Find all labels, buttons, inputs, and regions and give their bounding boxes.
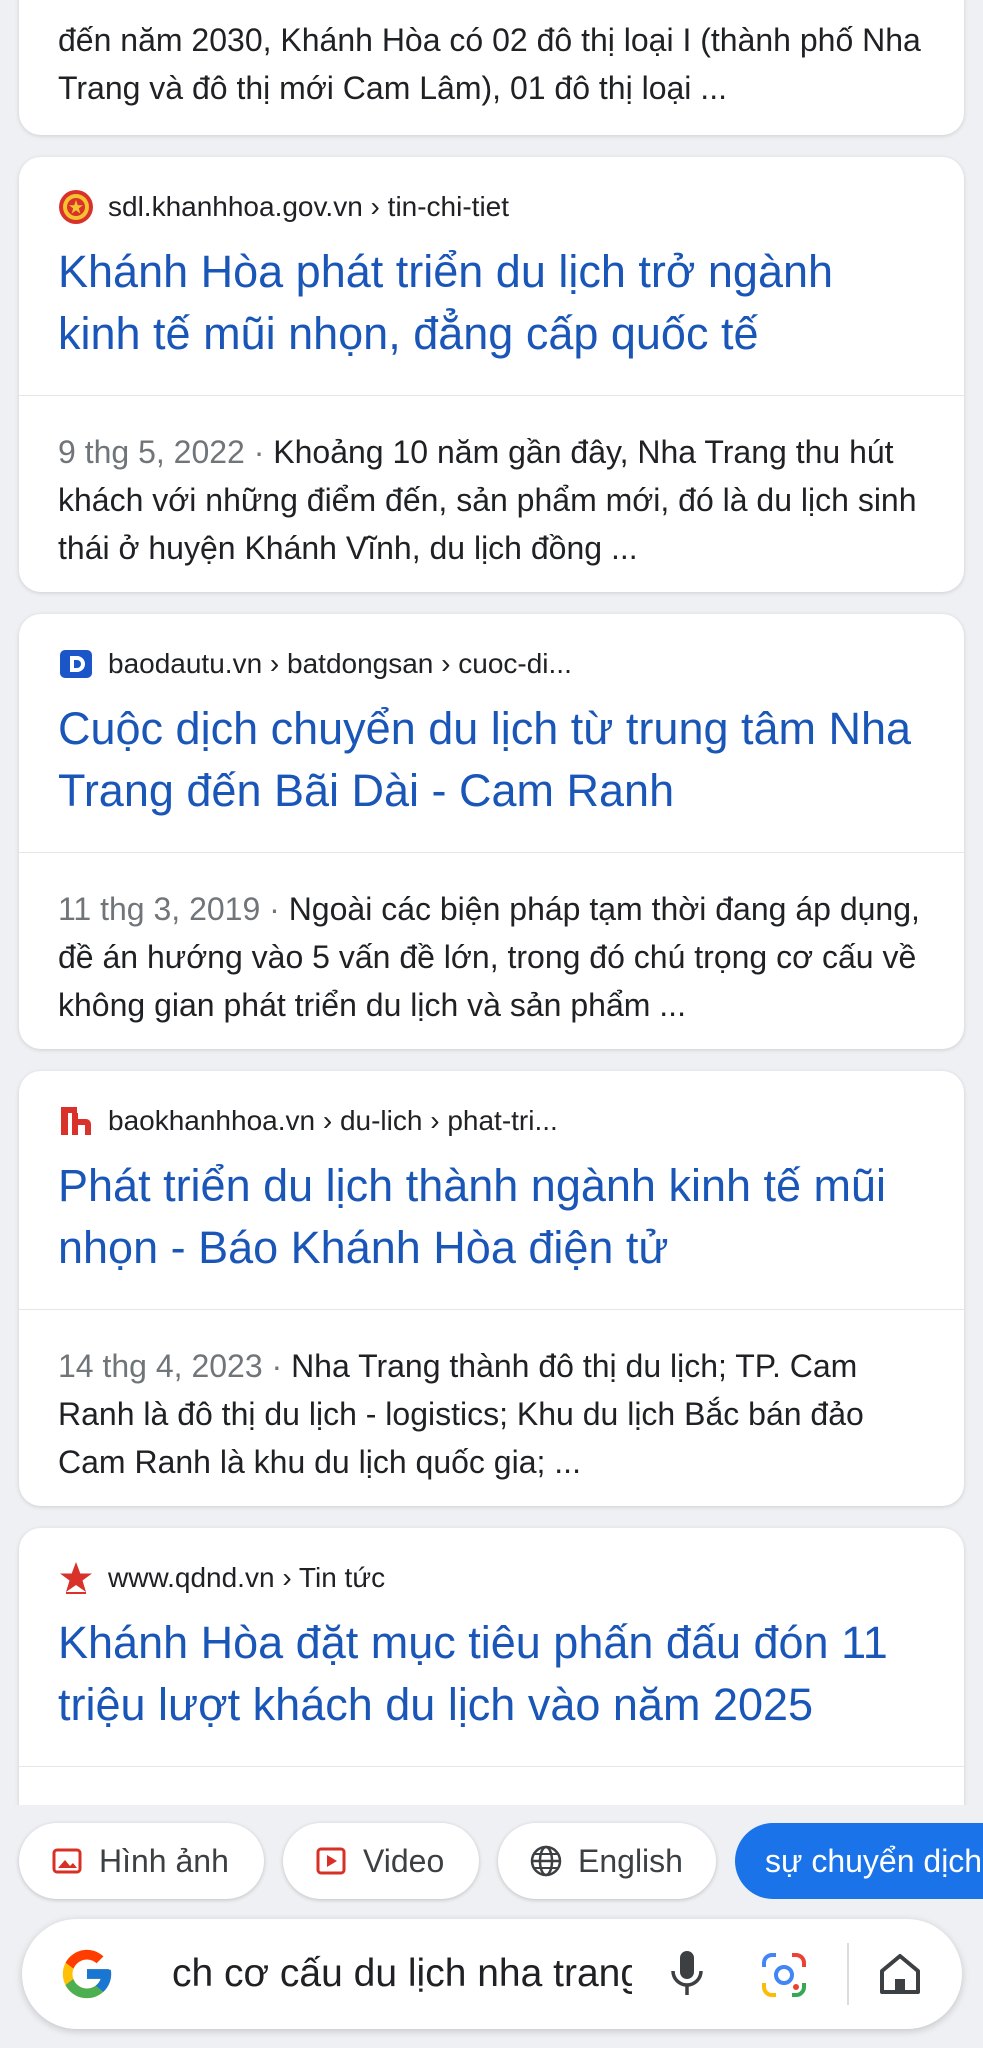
search-input[interactable]: ch cơ cấu du lịch nha trang: [172, 1919, 632, 2029]
result-card[interactable]: sdl.khanhhoa.gov.vn › tin-chi-tiet Khánh…: [19, 157, 964, 592]
result-snippet: đến năm 2030, Khánh Hòa có 02 đô thị loạ…: [58, 22, 921, 106]
result-date: 11 thg 3, 2019: [58, 891, 261, 927]
result-site[interactable]: sdl.khanhhoa.gov.vn › tin-chi-tiet: [58, 185, 925, 229]
search-bar[interactable]: ch cơ cấu du lịch nha trang: [22, 1919, 962, 2029]
result-site[interactable]: www.qdnd.vn › Tin tức: [58, 1556, 925, 1600]
result-snippet: 11 thg 3, 2019 · Ngoài các biện pháp tạm…: [58, 891, 920, 1023]
result-card[interactable]: baokhanhhoa.vn › du-lich › phat-tri... P…: [19, 1071, 964, 1506]
image-icon: [49, 1843, 85, 1879]
result-date: 9 thg 5, 2022: [58, 434, 245, 470]
result-date: 14 thg 4, 2023: [58, 1348, 263, 1384]
result-title-link[interactable]: Khánh Hòa đặt mục tiêu phấn đấu đón 11 t…: [58, 1612, 925, 1736]
vietnam-emblem-icon: [58, 189, 94, 225]
search-divider: [847, 1943, 849, 2005]
home-icon[interactable]: [875, 1949, 925, 1999]
baokhanhhoa-logo-icon: [58, 1103, 94, 1139]
google-lens-icon[interactable]: [758, 1949, 810, 2001]
chip-video[interactable]: Video: [283, 1823, 479, 1899]
filter-chips: Hình ảnh Video English sự chuyển dịch: [0, 1818, 983, 1902]
result-title-link[interactable]: Khánh Hòa phát triển du lịch trở ngành k…: [58, 241, 925, 365]
google-logo-icon[interactable]: [58, 1945, 116, 2003]
result-snippet: 9 thg 5, 2022 · Khoảng 10 năm gần đây, N…: [58, 434, 917, 566]
result-title-link[interactable]: Cuộc dịch chuyển du lịch từ trung tâm Nh…: [58, 698, 925, 822]
result-site[interactable]: baokhanhhoa.vn › du-lich › phat-tri...: [58, 1099, 925, 1143]
result-site-url: baodautu.vn › batdongsan › cuoc-di...: [108, 648, 572, 679]
globe-icon: [528, 1843, 564, 1879]
video-icon: [313, 1843, 349, 1879]
result-site[interactable]: baodautu.vn › batdongsan › cuoc-di...: [58, 642, 925, 686]
chip-english[interactable]: English: [498, 1823, 716, 1899]
result-site-url: sdl.khanhhoa.gov.vn › tin-chi-tiet: [108, 191, 510, 222]
red-star-icon: [58, 1560, 94, 1596]
baodautu-logo-icon: [58, 646, 94, 682]
result-snippet: 14 thg 4, 2023 · Nha Trang thành đô thị …: [58, 1348, 864, 1480]
chip-images[interactable]: Hình ảnh: [19, 1823, 264, 1899]
result-site-url: www.qdnd.vn › Tin tức: [108, 1562, 386, 1593]
result-title-link[interactable]: Phát triển du lịch thành ngành kinh tế m…: [58, 1155, 925, 1279]
result-card[interactable]: baodautu.vn › batdongsan › cuoc-di... Cu…: [19, 614, 964, 1049]
result-site-url: baokhanhhoa.vn › du-lich › phat-tri...: [108, 1105, 558, 1136]
result-card-partial[interactable]: đến năm 2030, Khánh Hòa có 02 đô thị loạ…: [19, 0, 964, 135]
microphone-icon[interactable]: [662, 1947, 712, 2001]
chip-shift[interactable]: sự chuyển dịch: [735, 1823, 983, 1899]
